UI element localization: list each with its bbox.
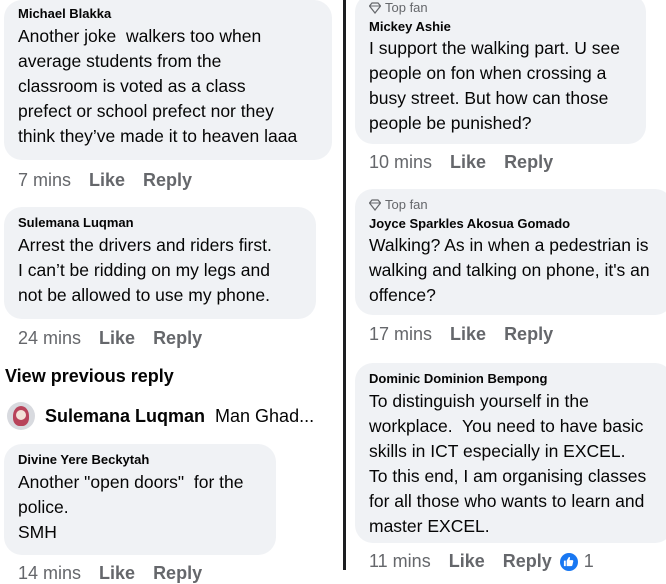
top-fan-label: Top fan bbox=[385, 0, 428, 15]
comment-timestamp[interactable]: 17 mins bbox=[369, 324, 432, 345]
reply-button[interactable]: Reply bbox=[504, 324, 553, 345]
comment-timestamp[interactable]: 24 mins bbox=[18, 328, 81, 349]
comment-timestamp[interactable]: 10 mins bbox=[369, 152, 432, 173]
reply-preview[interactable]: Sulemana Luqman Man Ghad... bbox=[7, 402, 314, 430]
comment-bubble: Top fan Joyce Sparkles Akosua Gomado Wal… bbox=[355, 189, 666, 315]
comment-actions: 24 mins Like Reply bbox=[18, 328, 202, 349]
comment-author[interactable]: Mickey Ashie bbox=[369, 19, 632, 35]
top-fan-badge: Top fan bbox=[369, 197, 659, 212]
reply-button[interactable]: Reply bbox=[504, 152, 553, 173]
diamond-icon bbox=[369, 1, 381, 14]
like-button[interactable]: Like bbox=[450, 324, 486, 345]
comment-text: Another joke walkers too when average st… bbox=[18, 26, 298, 146]
reply-button[interactable]: Reply bbox=[143, 170, 192, 191]
comment-timestamp[interactable]: 7 mins bbox=[18, 170, 71, 191]
comment-timestamp[interactable]: 11 mins bbox=[369, 551, 431, 572]
comment-timestamp[interactable]: 14 mins bbox=[18, 563, 81, 584]
comment-actions: 7 mins Like Reply bbox=[18, 170, 192, 191]
comment-text: Arrest the drivers and riders first. I c… bbox=[18, 235, 272, 305]
column-divider bbox=[343, 0, 346, 570]
reply-button[interactable]: Reply bbox=[503, 551, 552, 572]
comment-actions: 17 mins Like Reply bbox=[369, 324, 553, 345]
comment-author[interactable]: Dominic Dominion Bempong bbox=[369, 371, 659, 387]
like-button[interactable]: Like bbox=[99, 328, 135, 349]
comment-author[interactable]: Michael Blakka bbox=[18, 6, 318, 22]
like-button[interactable]: Like bbox=[99, 563, 135, 584]
like-button[interactable]: Like bbox=[449, 551, 485, 572]
comment-bubble: Michael Blakka Another joke walkers too … bbox=[4, 0, 332, 160]
top-fan-badge: Top fan bbox=[369, 0, 632, 15]
comment-bubble: Divine Yere Beckytah Another "open doors… bbox=[4, 444, 276, 555]
reaction-summary[interactable]: 1 bbox=[559, 551, 594, 572]
comment-text: Walking? As in when a pedestrian is walk… bbox=[369, 235, 650, 305]
view-previous-reply-link[interactable]: View previous reply bbox=[5, 366, 174, 387]
comment-bubble: Sulemana Luqman Arrest the drivers and r… bbox=[4, 207, 316, 319]
comment-bubble: Top fan Mickey Ashie I support the walki… bbox=[355, 0, 646, 144]
reply-button[interactable]: Reply bbox=[153, 328, 202, 349]
avatar[interactable] bbox=[7, 402, 35, 430]
top-fan-label: Top fan bbox=[385, 197, 428, 212]
comment-actions: 10 mins Like Reply bbox=[369, 152, 553, 173]
comment-author[interactable]: Divine Yere Beckytah bbox=[18, 452, 262, 468]
comment-actions: 14 mins Like Reply bbox=[18, 563, 202, 584]
comment-bubble: Dominic Dominion Bempong To distinguish … bbox=[355, 363, 666, 543]
comment-text: To distinguish yourself in the workplace… bbox=[369, 391, 647, 536]
like-button[interactable]: Like bbox=[89, 170, 125, 191]
diamond-icon bbox=[369, 198, 381, 211]
reaction-count: 1 bbox=[583, 551, 594, 571]
comment-text: Another "open doors" for the police. SMH bbox=[18, 472, 244, 542]
like-button[interactable]: Like bbox=[450, 152, 486, 173]
comment-author[interactable]: Joyce Sparkles Akosua Gomado bbox=[369, 216, 659, 232]
comment-author[interactable]: Sulemana Luqman bbox=[18, 215, 302, 231]
comment-actions: 11 mins Like Reply 1 bbox=[369, 551, 594, 572]
reply-snippet[interactable]: Man Ghad... bbox=[215, 406, 314, 427]
reply-author[interactable]: Sulemana Luqman bbox=[45, 406, 205, 427]
like-reaction-icon bbox=[559, 552, 578, 571]
comment-text: I support the walking part. U see people… bbox=[369, 38, 620, 133]
reply-button[interactable]: Reply bbox=[153, 563, 202, 584]
